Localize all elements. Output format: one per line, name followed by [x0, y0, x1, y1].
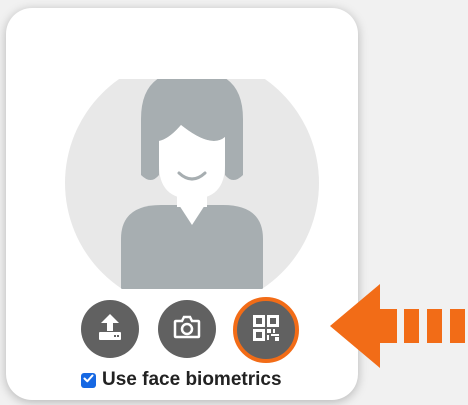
pointer-arrow-icon [330, 282, 468, 370]
profile-photo-card: Use face biometrics [6, 8, 358, 400]
face-biometrics-label[interactable]: Use face biometrics [102, 369, 282, 391]
camera-button[interactable] [158, 300, 216, 358]
face-biometrics-checkbox[interactable] [81, 371, 96, 389]
checkmark-icon [83, 371, 94, 389]
default-user-avatar-icon [61, 79, 323, 289]
qr-code-icon [253, 314, 279, 346]
qr-code-button[interactable] [233, 297, 299, 363]
upload-button[interactable] [81, 300, 139, 358]
upload-icon [95, 312, 125, 347]
face-biometrics-option[interactable]: Use face biometrics [81, 369, 282, 391]
camera-icon [173, 315, 201, 344]
photo-actions [81, 297, 311, 363]
